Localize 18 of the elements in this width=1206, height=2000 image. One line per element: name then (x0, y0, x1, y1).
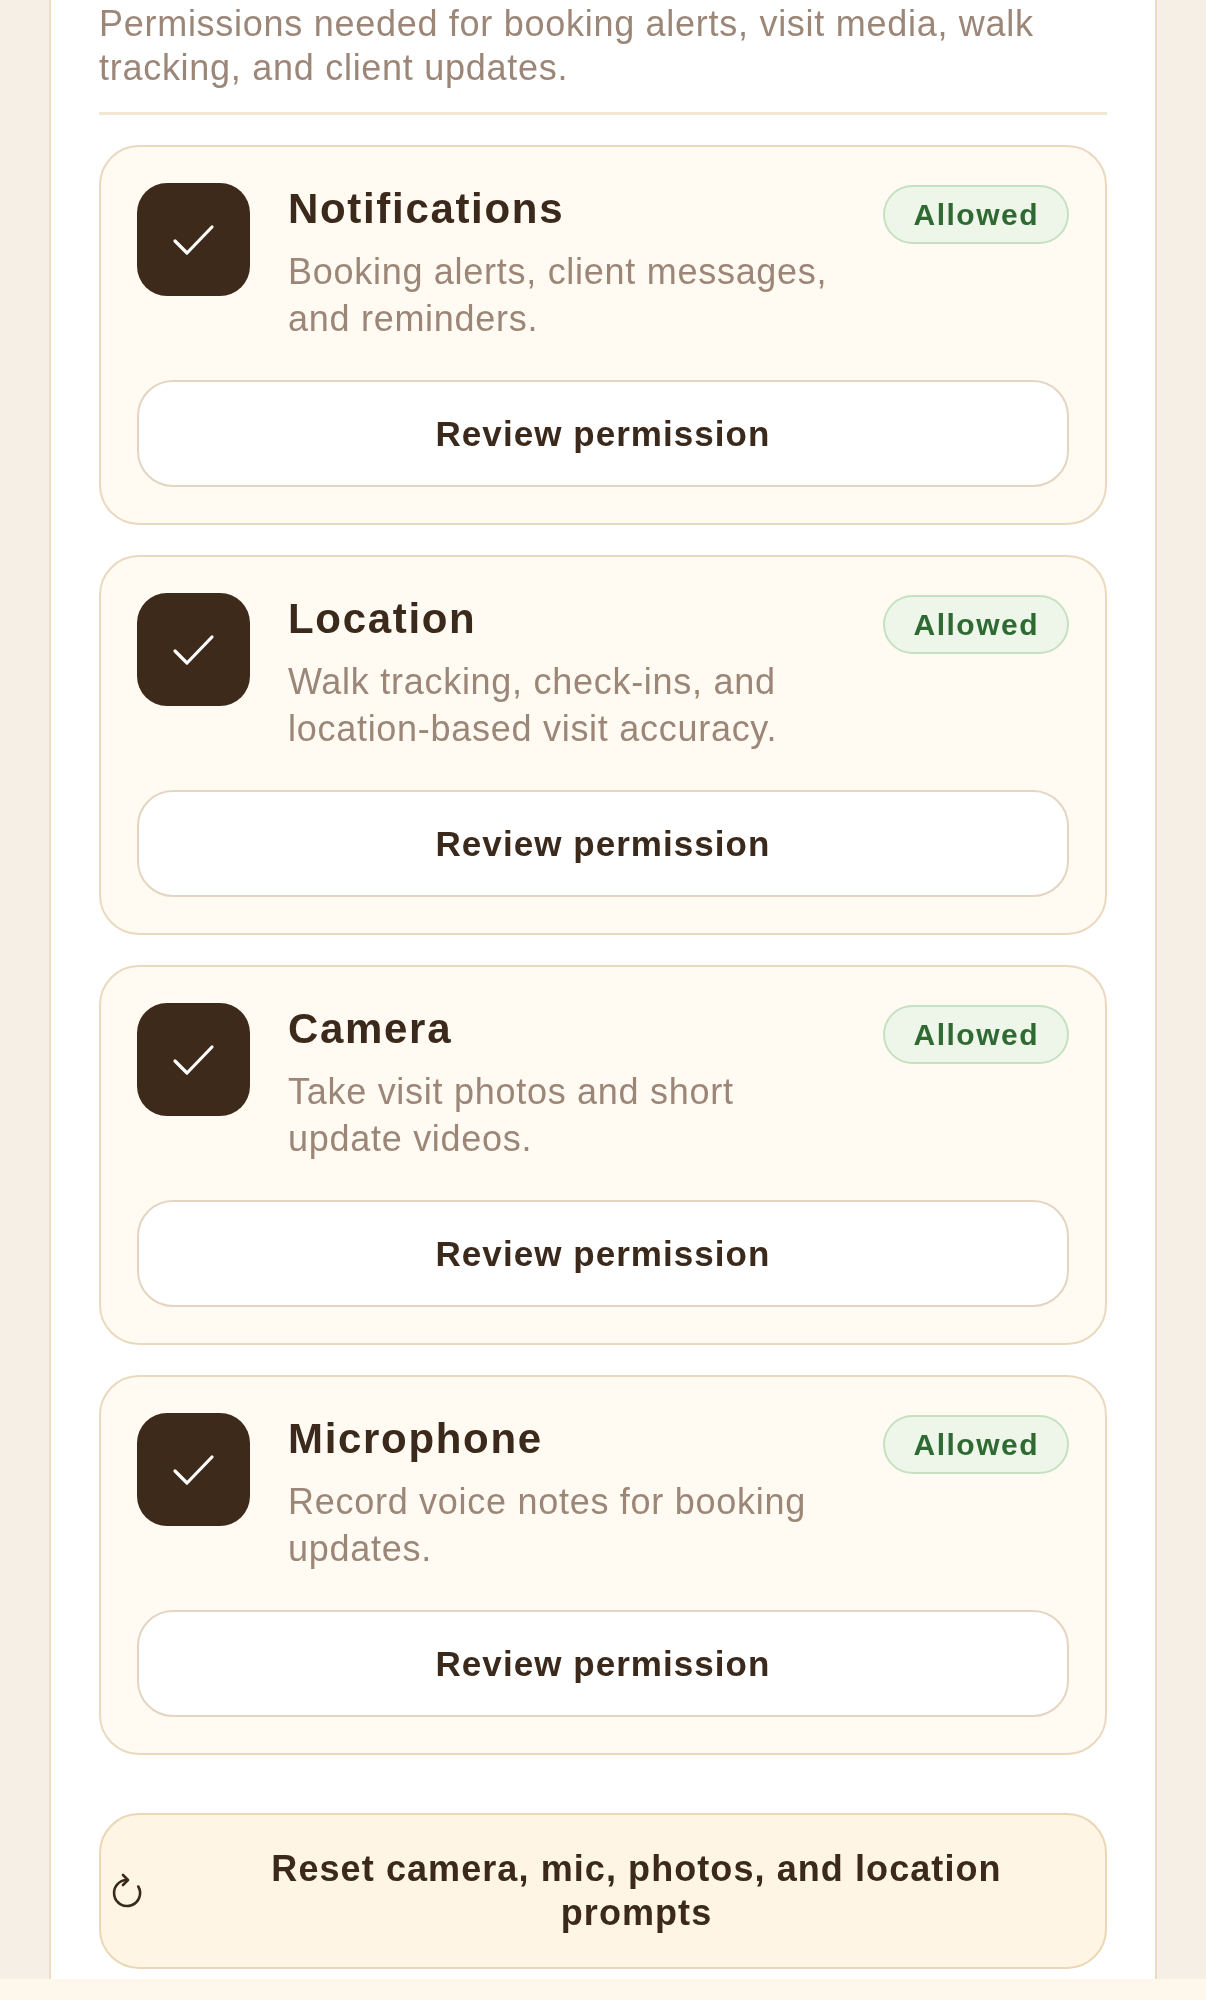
review-permission-button[interactable]: Review permission (137, 1610, 1069, 1717)
permission-description: Record voice notes for booking updates. (288, 1480, 807, 1571)
permission-description: Booking alerts, client messages, and reminders. (288, 250, 829, 341)
permission-description: Take visit photos and short update videos. (288, 1070, 735, 1161)
status-badge: Allowed (883, 1005, 1069, 1064)
intro-text: Permissions needed for booking alerts, visit media, walk tracking, and client updates. (99, 2, 1035, 90)
permission-title: Location (288, 594, 477, 644)
status-badge: Allowed (883, 1415, 1069, 1474)
review-permission-button[interactable]: Review permission (137, 1200, 1069, 1307)
permission-title: Notifications (288, 184, 565, 234)
review-permission-button[interactable]: Review permission (137, 380, 1069, 487)
permission-description: Walk tracking, check-ins, and location-based visit accuracy. (288, 660, 779, 751)
reset-prompts-button[interactable]: Reset camera, mic, photos, and location prompts (99, 1813, 1107, 1969)
status-badge: Allowed (883, 185, 1069, 244)
permission-title: Camera (288, 1004, 453, 1054)
permission-title: Microphone (288, 1414, 543, 1464)
review-permission-button[interactable]: Review permission (137, 790, 1069, 897)
status-badge: Allowed (883, 595, 1069, 654)
